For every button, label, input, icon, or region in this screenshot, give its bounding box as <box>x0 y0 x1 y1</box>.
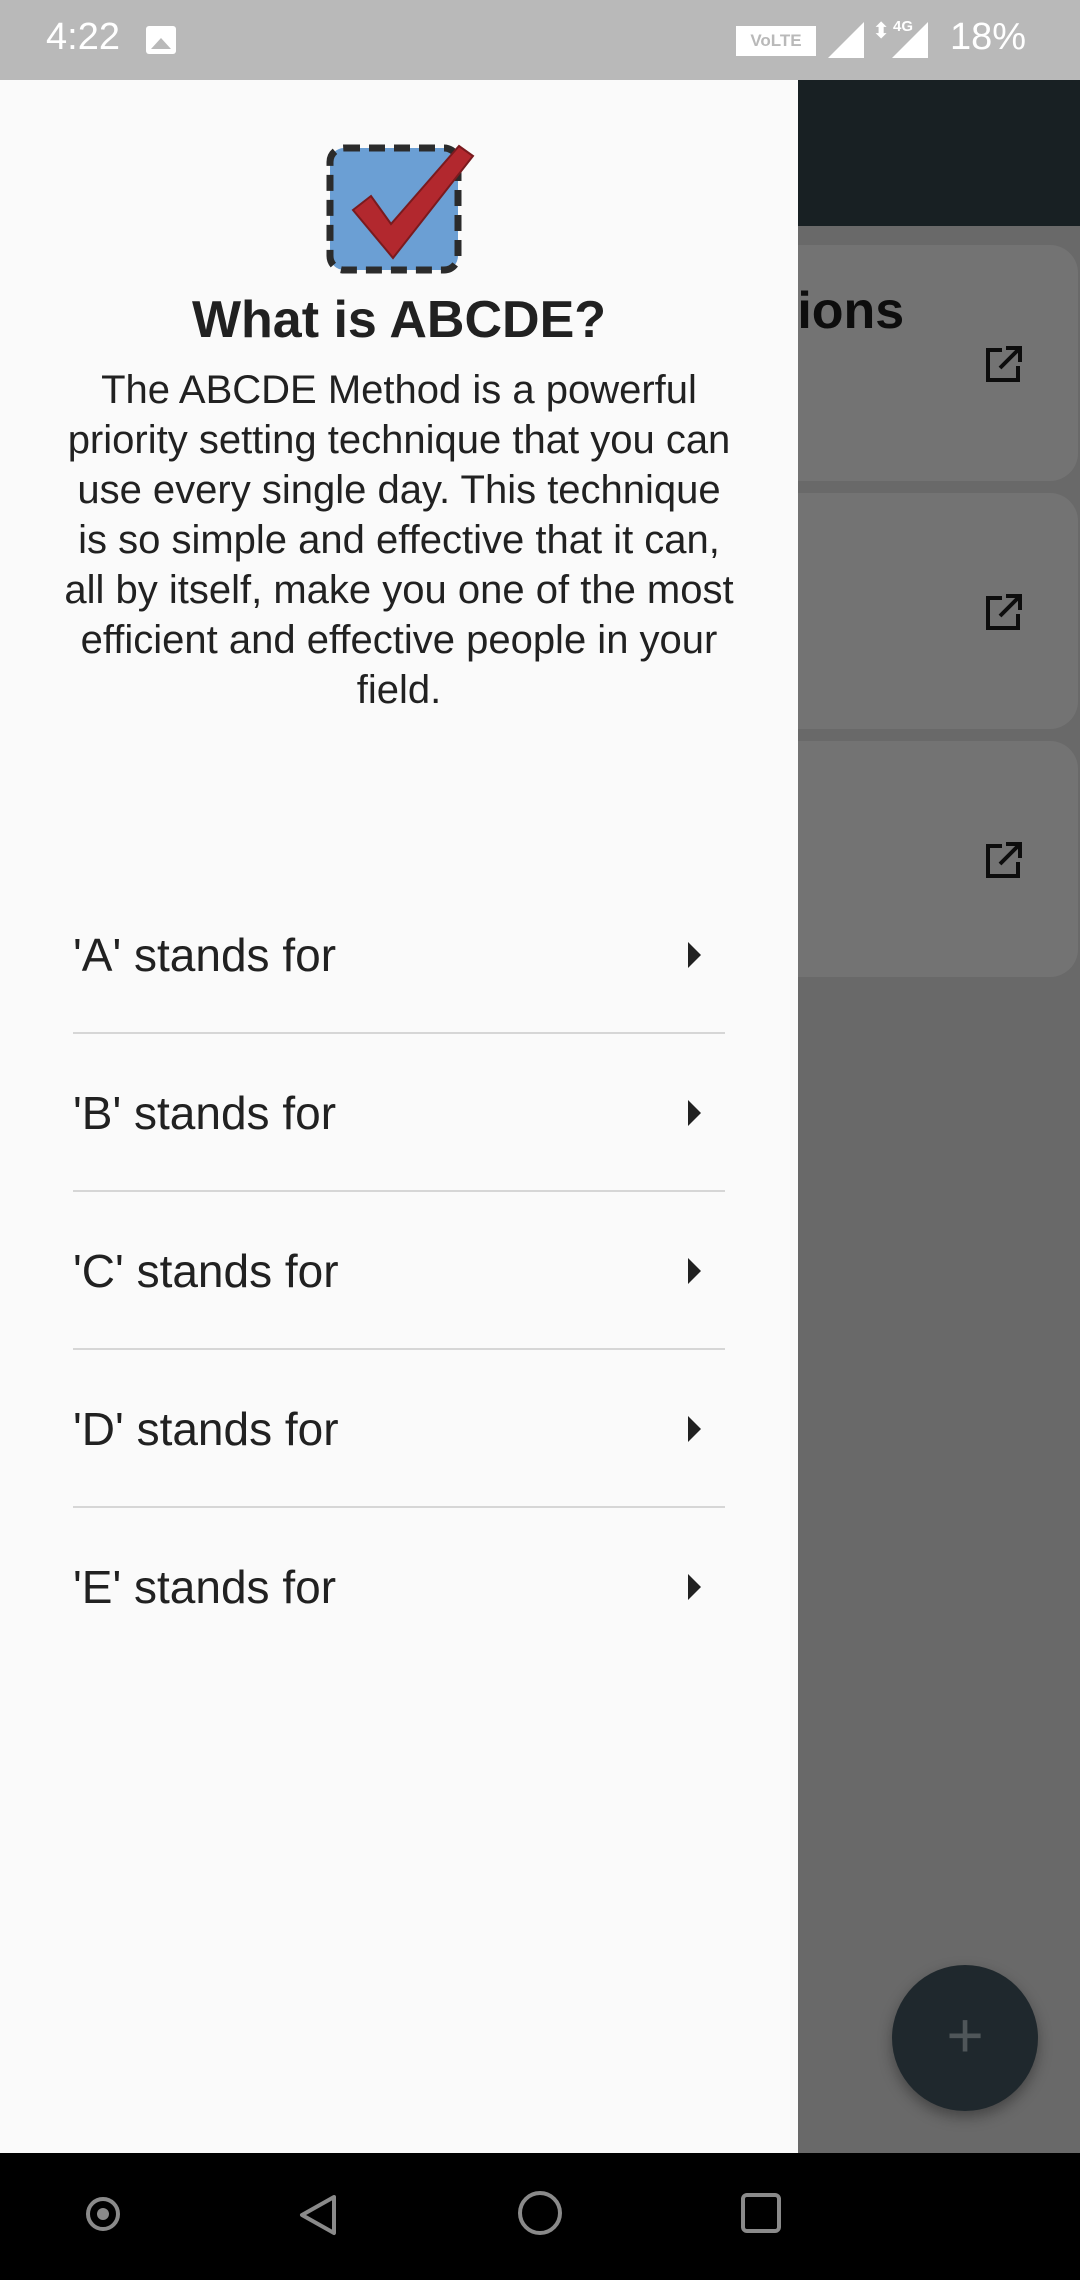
caret-right-icon <box>688 1258 701 1284</box>
abcde-list: 'A' stands for 'B' stands for 'C' stands… <box>73 876 725 1666</box>
caret-right-icon <box>688 1574 701 1600</box>
status-bar: 4:22 VoLTE ⬍ 4G 18% <box>0 0 1080 80</box>
gallery-notification-icon <box>146 26 176 54</box>
list-item-label: 'C' stands for <box>73 1245 339 1297</box>
navigation-drawer: What is ABCDE? The ABCDE Method is a pow… <box>0 80 798 2153</box>
list-item-label: 'A' stands for <box>73 929 337 981</box>
caret-right-icon <box>688 1100 701 1126</box>
volte-badge: VoLTE <box>736 26 816 56</box>
assistant-icon[interactable] <box>86 2197 120 2231</box>
data-activity-icon: ⬍ <box>872 18 891 43</box>
recent-apps-icon[interactable] <box>741 2193 781 2233</box>
status-time: 4:22 <box>46 16 120 58</box>
list-item-label: 'D' stands for <box>73 1403 339 1455</box>
caret-right-icon <box>688 942 701 968</box>
list-item-d[interactable]: 'D' stands for <box>73 1350 725 1508</box>
caret-right-icon <box>688 1416 701 1442</box>
list-item-a[interactable]: 'A' stands for <box>73 876 725 1034</box>
system-nav-bar <box>0 2153 1080 2280</box>
list-item-b[interactable]: 'B' stands for <box>73 1034 725 1192</box>
home-icon[interactable] <box>518 2191 562 2235</box>
back-icon[interactable] <box>296 2193 340 2237</box>
list-item-label: 'B' stands for <box>73 1087 337 1139</box>
signal-strength-icon <box>828 22 864 58</box>
network-type-label: 4G <box>893 18 914 35</box>
drawer-title: What is ABCDE? <box>191 291 607 349</box>
checkbox-checkmark-icon <box>326 144 475 274</box>
list-item-e[interactable]: 'E' stands for <box>73 1508 725 1666</box>
list-item-label: 'E' stands for <box>73 1561 337 1613</box>
list-item-c[interactable]: 'C' stands for <box>73 1192 725 1350</box>
drawer-description: The ABCDE Method is a powerful priority … <box>64 368 734 712</box>
battery-level: 18% <box>950 16 1027 58</box>
